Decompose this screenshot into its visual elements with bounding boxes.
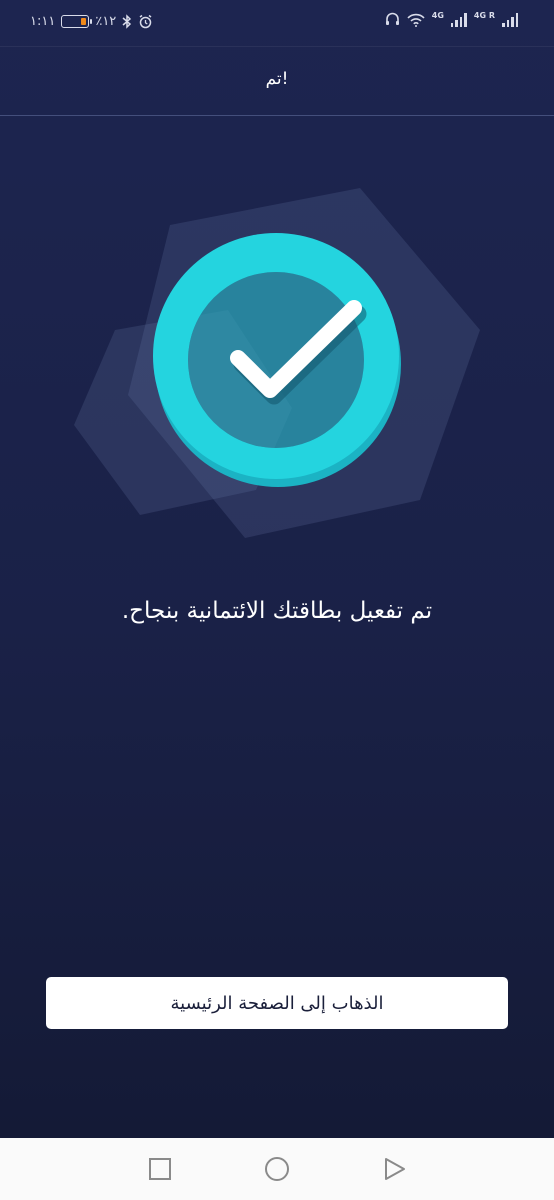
back-icon[interactable] [382,1156,408,1182]
signal-icon [450,12,467,27]
bluetooth-icon [122,14,132,29]
go-home-button[interactable]: الذهاب إلى الصفحة الرئيسية [46,977,508,1029]
battery-icon [61,15,93,28]
page-title: تم! [265,69,289,89]
status-time: ١:١١ [30,14,56,29]
status-bar: ١:١١ ٪١٢ 4G 4G R [0,0,554,46]
home-icon[interactable] [264,1156,290,1182]
app-header: تم! [0,46,554,116]
battery-percent: ٪١٢ [95,14,117,29]
signal-icon-2 [502,12,518,27]
success-screen: ١:١١ ٪١٢ 4G 4G R تم! تم تفعيل بطاقتك الا… [0,0,554,1138]
headset-icon [385,12,399,25]
wifi-icon [407,13,425,27]
status-right: 4G 4G R [385,12,518,27]
success-illustration [60,170,500,560]
recent-apps-icon[interactable] [147,1156,173,1182]
alarm-icon [139,14,152,29]
success-message: تم تفعيل بطاقتك الائتمانية بنجاح. [121,598,433,624]
system-nav-bar [0,1138,554,1200]
network-type-2: 4G R [473,11,495,20]
network-type-1: 4G [431,11,444,20]
status-left: ١:١١ ٪١٢ [30,14,153,29]
